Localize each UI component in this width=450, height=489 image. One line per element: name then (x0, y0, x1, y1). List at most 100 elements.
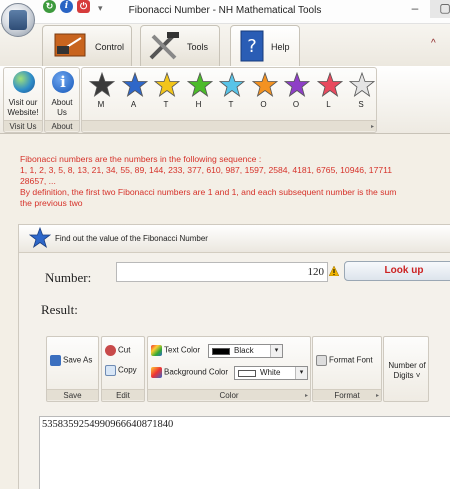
math-star-letter: A (130, 100, 137, 109)
ribbon-tabs: Control Tools ? Help ^ (0, 24, 450, 67)
number-of-digits-button[interactable]: Number of Digits ˅ (386, 361, 428, 381)
tab-tools-label: Tools (187, 42, 209, 52)
background-color-select[interactable]: White ▾ (234, 366, 308, 380)
tab-control[interactable]: Control (42, 25, 132, 66)
copy-button[interactable]: Copy (105, 365, 137, 376)
panel-header: Find out the value of the Fibonacci Numb… (19, 225, 450, 253)
chevron-down-icon: ▾ (270, 345, 282, 357)
title-bar: ↻ i ⏻ ▾ Fibonacci Number - NH Mathematic… (0, 0, 450, 24)
tab-help[interactable]: ? Help (230, 25, 300, 67)
maximize-button[interactable]: ▢ (430, 0, 450, 18)
cut-button[interactable]: Cut (105, 345, 130, 356)
group-about: i About Us About (44, 67, 80, 133)
group-edit-label: Edit (102, 389, 144, 400)
background-color-label: Background Color (164, 367, 229, 377)
math-star-button-9[interactable]: S (346, 70, 376, 110)
group-visit-us: Visit our Website! Visit Us (3, 67, 43, 133)
math-star-letter: S (358, 100, 364, 109)
intro-text: Fibonacci numbers are the numbers in the… (20, 154, 397, 208)
math-star-letter: O (292, 100, 300, 109)
fibonacci-panel: Find out the value of the Fibonacci Numb… (18, 224, 450, 489)
info-circle-icon: i (52, 71, 74, 93)
save-as-button[interactable]: Save As (50, 355, 92, 366)
format-font-label: Format Font (329, 355, 373, 365)
group-save-label: Save (47, 389, 98, 400)
math-star-button-6[interactable]: O (249, 70, 279, 110)
star-icon (121, 72, 148, 98)
math-star-button-4[interactable]: H (184, 70, 214, 110)
help-book-icon: ? (240, 30, 264, 62)
group-math-tools-label (82, 120, 376, 131)
star-icon (316, 72, 343, 98)
text-color-label-row: Text Color (151, 345, 200, 356)
star-icon (284, 72, 310, 98)
panel-body: Number: 120 Look up Result: Save As Save… (19, 254, 450, 489)
text-color-select[interactable]: Black ▾ (208, 344, 283, 358)
number-label: Number: (45, 270, 92, 285)
math-star-letter: T (163, 100, 169, 109)
control-panel-icon (54, 33, 86, 57)
result-label: Result: (41, 302, 78, 317)
text-color-label: Text Color (164, 345, 201, 355)
text-color-swatch (212, 348, 230, 355)
main-content: Fibonacci numbers are the numbers in the… (0, 135, 450, 489)
copy-label: Copy (118, 365, 137, 375)
group-edit: Cut Copy Edit (101, 336, 145, 402)
copy-icon (105, 365, 116, 376)
star-icon (251, 72, 278, 98)
background-color-label-row: Background Color (151, 367, 228, 378)
group-save: Save As Save (46, 336, 99, 402)
minimize-button[interactable]: – (400, 0, 430, 18)
tools-icon (149, 32, 179, 60)
app-logo-icon (9, 10, 27, 30)
group-color-label: Color (148, 389, 310, 400)
about-us-label: About Us (51, 98, 73, 117)
math-star-button-8[interactable]: L (314, 70, 344, 110)
group-color: Text Color Black ▾ Background Color Whit… (147, 336, 311, 402)
math-star-letter: M (97, 100, 105, 109)
visit-website-label: Visit our Website! (7, 98, 39, 117)
group-launcher-icon[interactable]: ▸ (376, 392, 379, 399)
math-star-button-7[interactable]: O (281, 70, 311, 110)
math-star-letter: T (228, 100, 234, 109)
group-digits: Number of Digits ˅ (383, 336, 429, 402)
math-star-button-5[interactable]: T (216, 70, 246, 110)
group-visit-us-label: Visit Us (4, 120, 42, 131)
math-star-letter: L (326, 100, 331, 109)
group-launcher-icon[interactable]: ▸ (305, 392, 308, 399)
group-launcher-icon[interactable]: ▸ (371, 123, 374, 130)
ribbon-collapse-button[interactable]: ^ (431, 38, 436, 49)
window-title: Fibonacci Number - NH Mathematical Tools (128, 5, 322, 16)
globe-icon (13, 71, 35, 93)
warning-icon (329, 266, 339, 276)
format-font-button[interactable]: Format Font (316, 355, 373, 366)
text-color-value: Black (234, 346, 254, 355)
font-icon (316, 355, 327, 366)
group-math-tools: M A T H T O O L S ▸ (81, 67, 377, 133)
number-input[interactable]: 120 (116, 262, 328, 282)
star-icon (89, 72, 115, 98)
tab-tools[interactable]: Tools (140, 25, 220, 66)
text-color-icon (151, 345, 162, 356)
background-color-icon (151, 367, 162, 378)
star-icon (154, 72, 180, 98)
tab-control-label: Control (95, 42, 125, 52)
math-star-button-3[interactable]: T (151, 70, 181, 110)
cut-label: Cut (118, 345, 131, 355)
group-format-label: Format (313, 389, 381, 400)
math-star-button-2[interactable]: A (119, 70, 149, 110)
lookup-button[interactable]: Look up (344, 261, 450, 281)
scissors-icon (105, 345, 116, 356)
group-about-label: About (45, 120, 79, 131)
chevron-down-icon: ▾ (295, 367, 307, 379)
app-menu-button[interactable] (1, 3, 35, 37)
star-icon (186, 72, 213, 98)
tab-help-label: Help (271, 42, 290, 52)
result-output[interactable]: 5358359254990966640871840 (39, 416, 450, 489)
math-star-letter: O (260, 100, 267, 109)
group-format: Format Font Format ▸ (312, 336, 382, 402)
star-icon (349, 72, 375, 98)
math-star-button-1[interactable]: M (86, 70, 116, 110)
math-star-letter: H (195, 100, 202, 109)
background-color-value: White (260, 368, 281, 377)
